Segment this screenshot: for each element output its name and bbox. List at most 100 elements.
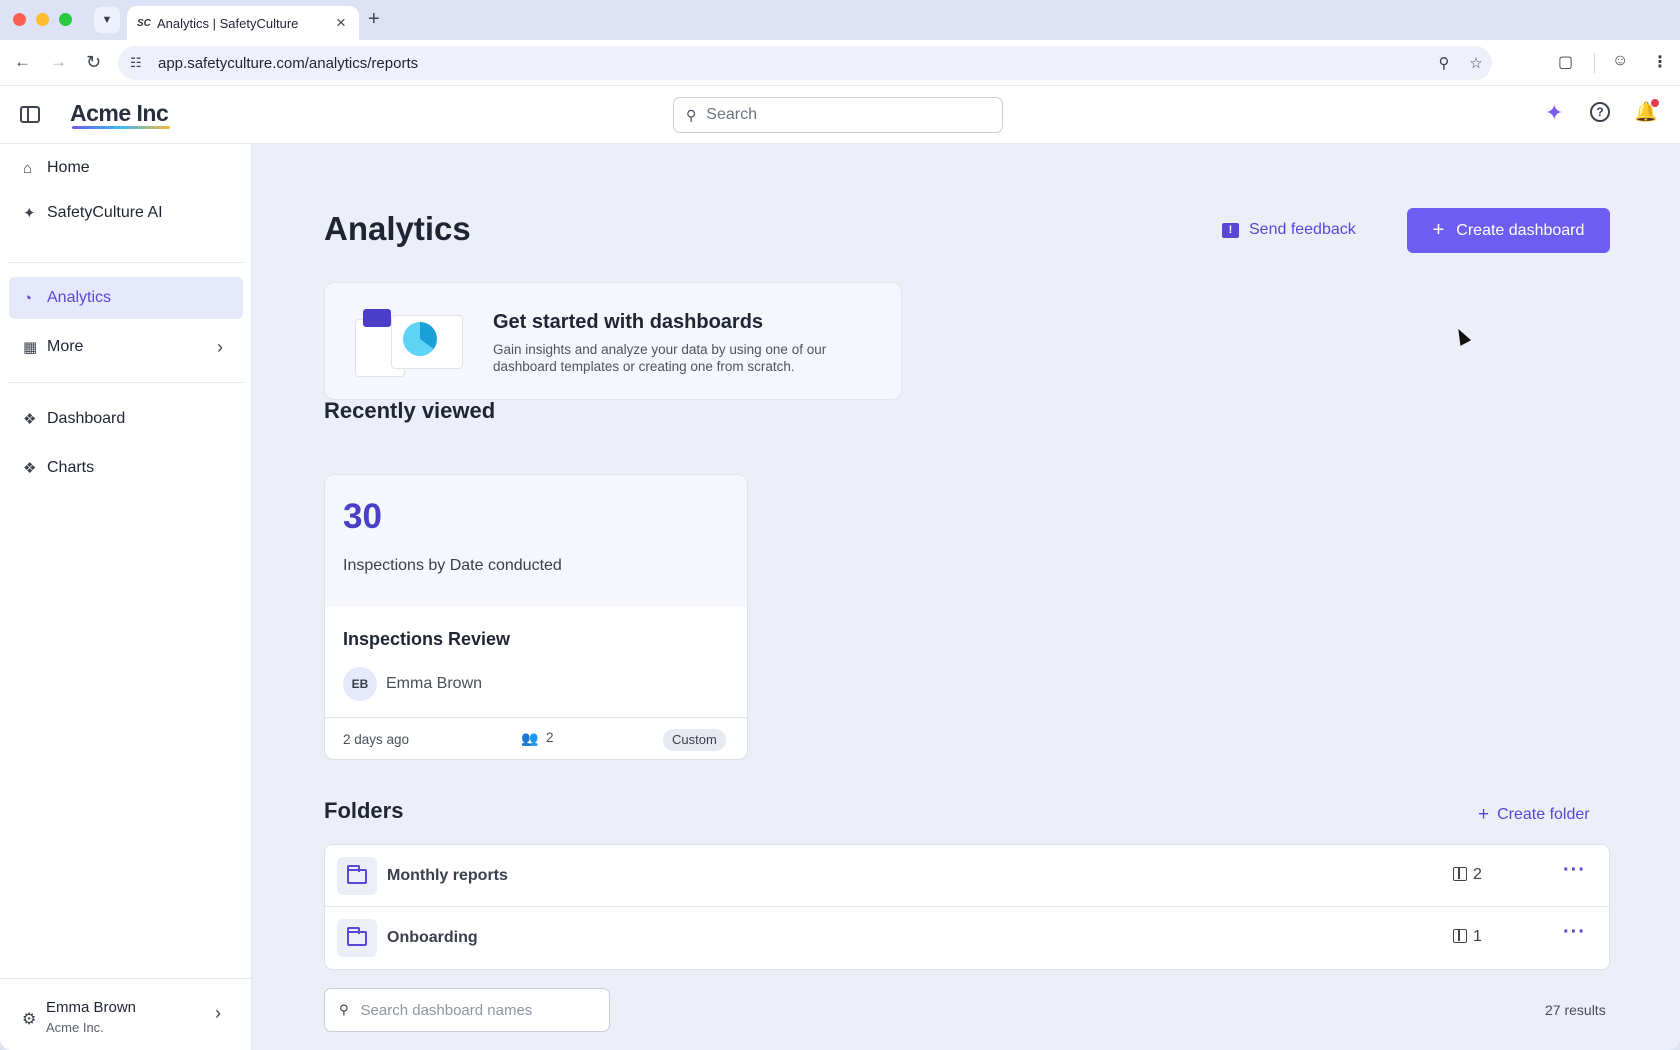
- sidebar-item-label: Charts: [47, 459, 95, 476]
- new-tab-icon[interactable]: +: [368, 8, 380, 31]
- site-settings-icon[interactable]: ☷: [130, 55, 158, 71]
- sparkle-icon: ✦: [23, 205, 36, 222]
- users-icon: 👥: [521, 730, 539, 746]
- reload-icon[interactable]: ↻: [86, 52, 101, 73]
- recently-viewed-heading: Recently viewed: [324, 398, 496, 423]
- toolbar-divider: [1594, 53, 1595, 73]
- browser-toolbar: ← → ↻ ☷ app.safetyculture.com/analytics/…: [0, 40, 1680, 86]
- recent-dashboard-card[interactable]: 30 Inspections by Date conducted Inspect…: [324, 474, 748, 760]
- help-icon[interactable]: ?: [1590, 102, 1610, 122]
- ai-sparkle-icon[interactable]: ✦: [1545, 100, 1563, 126]
- sidebar-toggle-icon[interactable]: [20, 106, 40, 123]
- close-window-button[interactable]: [13, 13, 26, 26]
- folder-icon: [337, 919, 377, 957]
- send-feedback-label: Send feedback: [1249, 221, 1356, 238]
- pie-chart-icon: ◔: [23, 289, 33, 307]
- folder-row[interactable]: Monthly reports 2 ···: [325, 845, 1609, 907]
- search-placeholder: Search: [706, 106, 757, 123]
- bookmark-star-icon[interactable]: ☆: [1460, 54, 1492, 72]
- sidebar-item-more[interactable]: ▦ More ›: [9, 326, 243, 368]
- sidebar-item-analytics[interactable]: ◔ Analytics: [9, 277, 243, 319]
- chevron-right-icon: ›: [217, 336, 223, 357]
- card-footer: 2 days ago 👥 2 Custom: [325, 717, 747, 759]
- tab-title: Analytics | SafetyCulture: [157, 15, 299, 31]
- owner-name: Emma Brown: [386, 675, 483, 692]
- sidebar-divider: [9, 262, 243, 263]
- card-preview: 30 Inspections by Date conducted: [325, 475, 747, 607]
- sidebar-user-menu[interactable]: ⚙ Emma Brown Acme Inc. ›: [0, 978, 252, 1050]
- create-folder-label: Create folder: [1497, 806, 1590, 823]
- dashboard-illustration: [355, 307, 467, 379]
- logo-underline: [72, 126, 170, 129]
- app-header: Acme Inc ⚲ Search ✦ ? 🔔: [0, 86, 1680, 144]
- folders-heading: Folders: [324, 798, 404, 823]
- sidebar-item-label: More: [47, 338, 84, 355]
- search-icon: ⚲: [339, 1002, 349, 1017]
- folder-name: Onboarding: [387, 929, 478, 946]
- gear-icon: ⚙: [22, 1011, 37, 1028]
- sidebar-item-dashboard[interactable]: ❖ Dashboard: [9, 398, 243, 440]
- folder-row[interactable]: Onboarding 1 ···: [325, 907, 1609, 969]
- plus-icon: +: [1432, 219, 1445, 241]
- dashboard-search-input[interactable]: ⚲ Search dashboard names: [324, 988, 610, 1032]
- menu-dots-icon[interactable]: ⋮: [1652, 52, 1668, 72]
- feedback-icon: !: [1222, 222, 1239, 238]
- back-arrow-icon[interactable]: ←: [14, 52, 31, 72]
- home-icon: ⌂: [23, 159, 33, 177]
- sidebar-item-label: Analytics: [47, 289, 112, 306]
- create-dashboard-button[interactable]: + Create dashboard: [1407, 208, 1610, 253]
- user-organization: Acme Inc.: [46, 1020, 104, 1035]
- create-dashboard-label: Create dashboard: [1456, 221, 1585, 239]
- maximize-window-button[interactable]: [59, 13, 72, 26]
- browser-window: ▼ SC Analytics | SafetyCulture × + ← → ↻…: [0, 0, 1680, 1050]
- profile-icon[interactable]: ☺: [1612, 52, 1628, 70]
- sidebar-item-label: Dashboard: [47, 410, 126, 427]
- sidebar-item-label: SafetyCulture AI: [47, 204, 163, 221]
- sidebar-item-label: Home: [47, 159, 90, 176]
- puzzle-icon: ❖: [23, 411, 37, 428]
- address-bar[interactable]: ☷ app.safetyculture.com/analytics/report…: [118, 46, 1492, 80]
- folder-icon: [337, 857, 377, 895]
- get-started-card[interactable]: Get started with dashboards Gain insight…: [324, 282, 902, 400]
- get-started-description: Gain insights and analyze your data by u…: [493, 342, 827, 374]
- sidebar-item-safetyculture-ai[interactable]: ✦ SafetyCulture AI: [9, 192, 243, 234]
- metric-value: 30: [343, 497, 382, 536]
- minimize-window-button[interactable]: [36, 13, 49, 26]
- search-icon: ⚲: [686, 106, 697, 123]
- notification-badge: [1651, 99, 1659, 107]
- url-text[interactable]: app.safetyculture.com/analytics/reports: [158, 55, 1428, 72]
- puzzle-icon: ❖: [23, 460, 37, 477]
- chevron-right-icon: ›: [215, 1003, 221, 1023]
- more-options-icon[interactable]: ···: [1563, 859, 1586, 882]
- plus-icon: +: [1478, 804, 1490, 825]
- dashboard-count-icon: [1453, 867, 1467, 881]
- send-feedback-button[interactable]: ! Send feedback: [1222, 221, 1356, 239]
- folders-list: Monthly reports 2 ··· Onboarding 1 ···: [324, 844, 1610, 970]
- main-content: Analytics ! Send feedback + Create dashb…: [252, 144, 1680, 1050]
- folder-name: Monthly reports: [387, 867, 508, 884]
- status-badge: Custom: [663, 729, 726, 751]
- shared-count: 2: [546, 730, 554, 745]
- sidebar: ⌂ Home ✦ SafetyCulture AI ◔ Analytics ▦ …: [0, 144, 252, 1050]
- global-search-input[interactable]: ⚲ Search: [673, 97, 1003, 133]
- dashboard-search-placeholder: Search dashboard names: [360, 1001, 533, 1019]
- grid-icon: ▦: [23, 339, 38, 356]
- more-options-icon[interactable]: ···: [1563, 921, 1586, 944]
- tab-search-chevron-icon[interactable]: ▼: [94, 7, 120, 33]
- company-logo[interactable]: Acme Inc: [70, 100, 169, 127]
- create-folder-button[interactable]: + Create folder: [1478, 804, 1590, 826]
- browser-tab-analytics[interactable]: SC Analytics | SafetyCulture ×: [127, 6, 359, 40]
- safetyculture-favicon-icon: SC: [137, 17, 151, 29]
- extensions-icon[interactable]: ▢: [1558, 52, 1573, 72]
- forward-arrow-icon[interactable]: →: [50, 52, 67, 72]
- sidebar-item-home[interactable]: ⌂ Home: [9, 147, 243, 189]
- avatar: EB: [343, 667, 377, 701]
- sidebar-item-charts[interactable]: ❖ Charts: [9, 447, 243, 489]
- user-name: Emma Brown: [46, 999, 137, 1016]
- zoom-icon[interactable]: ⚲: [1428, 54, 1460, 72]
- dashboard-name: Inspections Review: [343, 629, 511, 649]
- tab-close-icon[interactable]: ×: [333, 13, 349, 33]
- folder-dashboard-count: 2: [1473, 866, 1482, 883]
- get-started-title: Get started with dashboards: [493, 311, 764, 333]
- browser-tabbar: ▼ SC Analytics | SafetyCulture × +: [0, 0, 1680, 40]
